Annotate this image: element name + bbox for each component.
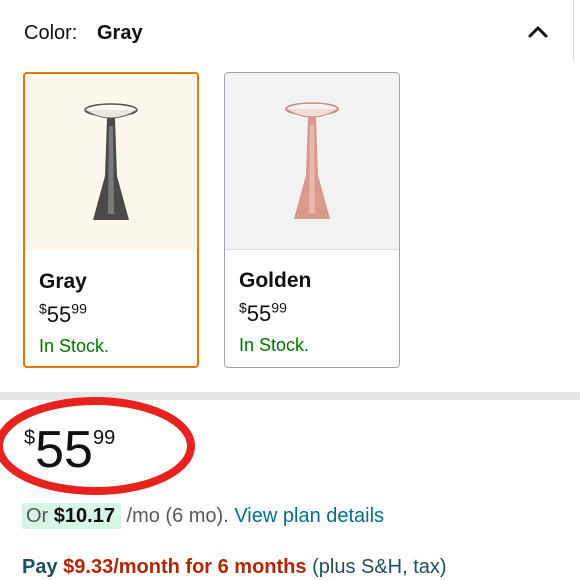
color-swatch-golden[interactable]: Golden $5599 In Stock. xyxy=(224,72,400,368)
price-whole: 55 xyxy=(246,301,272,326)
stock-status: In Stock. xyxy=(239,335,310,355)
installment-highlight: Or $10.17 xyxy=(22,503,121,529)
installment-prefix: Or xyxy=(26,505,49,527)
installment-amount: $10.17 xyxy=(53,505,115,527)
selected-color-value: Gray xyxy=(97,22,143,44)
color-selector-header: Color: Gray xyxy=(0,0,580,70)
color-label: Color: xyxy=(24,22,78,44)
price-whole: 55 xyxy=(35,421,93,479)
scroll-edge xyxy=(573,0,574,60)
chevron-up-icon[interactable] xyxy=(524,18,552,46)
swatch-name: Gray xyxy=(39,270,87,293)
pay-note: (plus S&H, tax) xyxy=(312,556,447,578)
price-cents: 99 xyxy=(271,299,287,316)
swatch-price: $5599 xyxy=(239,301,287,327)
pay-amount: $9.33/month for 6 months xyxy=(63,556,307,578)
pay-label: Pay xyxy=(22,556,58,578)
pay-plan-line[interactable]: Pay $9.33/month for 6 months (plus S&H, … xyxy=(22,556,447,579)
view-plan-details-link[interactable]: View plan details xyxy=(234,505,384,527)
stock-status: In Stock. xyxy=(39,336,110,356)
price-whole: 55 xyxy=(46,302,72,327)
currency-symbol: $ xyxy=(39,300,47,317)
product-price: $5599 xyxy=(24,424,115,476)
currency-symbol: $ xyxy=(24,427,36,449)
installment-term: /mo (6 mo). xyxy=(126,505,229,527)
swatch-name: Golden xyxy=(239,269,312,292)
color-swatch-gray[interactable]: Gray $5599 In Stock. xyxy=(23,72,199,368)
swatch-image xyxy=(225,73,399,250)
currency-symbol: $ xyxy=(239,299,247,316)
price-cents: 99 xyxy=(71,300,87,317)
lamp-image xyxy=(84,103,138,220)
swatch-image xyxy=(25,74,197,250)
installment-offer: Or $10.17 /mo (6 mo). View plan details xyxy=(22,503,384,529)
price-cents: 99 xyxy=(92,427,116,449)
swatch-price: $5599 xyxy=(39,302,87,328)
section-divider xyxy=(0,392,580,400)
lamp-image xyxy=(285,102,339,219)
